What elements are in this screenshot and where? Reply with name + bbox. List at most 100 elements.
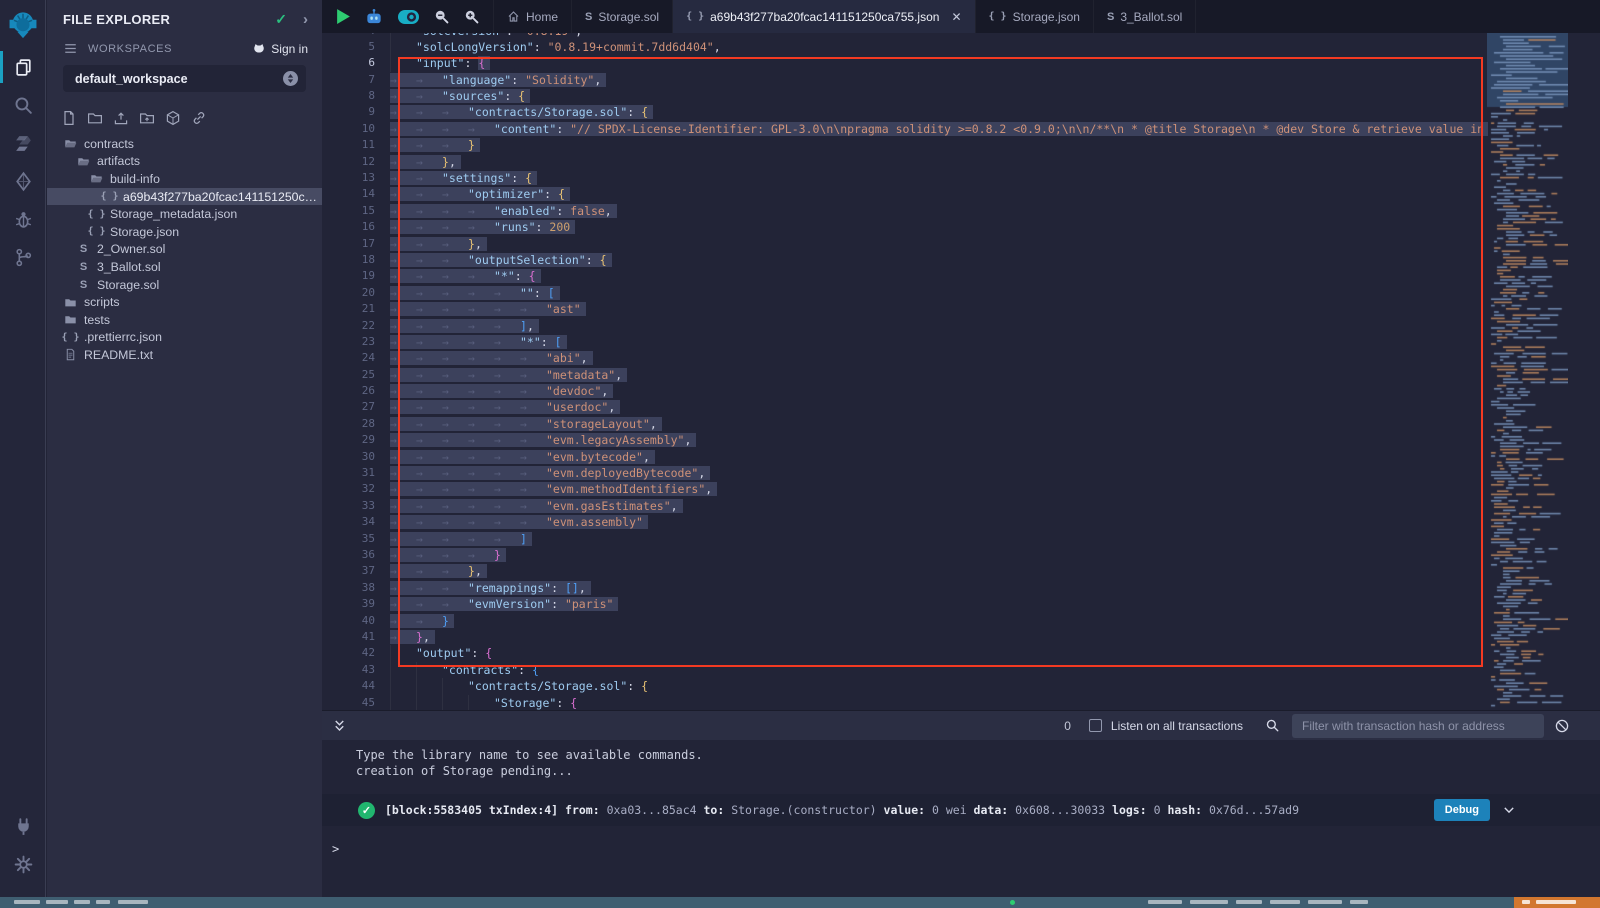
ai-robot-icon[interactable]: [364, 7, 384, 26]
remix-logo-icon[interactable]: [0, 0, 46, 48]
theme-toggle-icon[interactable]: [397, 9, 420, 25]
debug-button[interactable]: Debug: [1434, 799, 1490, 821]
tree-item--prettierrc-json[interactable]: { }.prettierrc.json: [47, 329, 322, 347]
code-line-31[interactable]: →→→→→→"evm.deployedBytecode",: [390, 465, 1488, 481]
tree-item-2-owner-sol[interactable]: S2_Owner.sol: [47, 241, 322, 259]
tab-storage-sol[interactable]: SStorage.sol: [572, 0, 673, 33]
tree-item-artifacts[interactable]: artifacts: [47, 153, 322, 171]
expand-transaction-icon[interactable]: [1502, 803, 1516, 817]
tree-item-tests[interactable]: tests: [47, 311, 322, 329]
clear-terminal-icon[interactable]: [1554, 718, 1570, 734]
code-line-6[interactable]: ·"input": {: [390, 55, 1488, 71]
collapse-terminal-icon[interactable]: [332, 718, 347, 733]
tree-item-a69b43f277ba20fcac141151250ca7-[interactable]: { }a69b43f277ba20fcac141151250ca7...: [47, 188, 322, 206]
status-alert-segment[interactable]: [1514, 897, 1600, 908]
file-explorer-icon[interactable]: [0, 48, 46, 86]
chevron-right-icon[interactable]: ›: [303, 11, 308, 28]
code-line-41[interactable]: →},: [390, 629, 1488, 645]
code-line-28[interactable]: →→→→→→"storageLayout",: [390, 416, 1488, 432]
code-line-7[interactable]: →→"language": "Solidity",: [390, 72, 1488, 88]
code-line-43[interactable]: ··"contracts": {: [390, 662, 1488, 678]
code-line-20[interactable]: →→→→→"": [: [390, 285, 1488, 301]
tree-item-readme-txt[interactable]: README.txt: [47, 346, 322, 364]
code-line-25[interactable]: →→→→→→"metadata",: [390, 367, 1488, 383]
code-line-44[interactable]: ···"contracts/Storage.sol": {: [390, 678, 1488, 694]
tree-item-contracts[interactable]: contracts: [47, 135, 322, 153]
code-line-42[interactable]: ·"output": {: [390, 645, 1488, 661]
minimap[interactable]: [1487, 33, 1568, 710]
code-line-13[interactable]: →→"settings": {: [390, 170, 1488, 186]
code-line-37[interactable]: →→→},: [390, 563, 1488, 579]
debugger-icon[interactable]: [0, 200, 46, 238]
code-line-34[interactable]: →→→→→→"evm.assembly": [390, 514, 1488, 530]
deploy-run-icon[interactable]: [0, 162, 46, 200]
code-line-14[interactable]: →→→"optimizer": {: [390, 186, 1488, 202]
code-area[interactable]: ·"solcVersion": "0.8.19",·"solcLongVersi…: [390, 33, 1488, 710]
close-tab-icon[interactable]: ✕: [951, 10, 961, 24]
listen-all-checkbox[interactable]: [1089, 719, 1102, 732]
run-script-icon[interactable]: [336, 8, 351, 25]
code-line-33[interactable]: →→→→→→"evm.gasEstimates",: [390, 498, 1488, 514]
new-file-icon[interactable]: [61, 110, 77, 126]
code-line-24[interactable]: →→→→→→"abi",: [390, 350, 1488, 366]
upload-file-icon[interactable]: [113, 110, 129, 126]
git-branch-icon[interactable]: [0, 238, 46, 276]
hamburger-icon[interactable]: [63, 41, 78, 56]
token: ,: [594, 73, 601, 87]
code-line-19[interactable]: →→→→"*": {: [390, 268, 1488, 284]
code-line-16[interactable]: →→→→"runs": 200: [390, 219, 1488, 235]
sign-in-button[interactable]: Sign in: [252, 42, 308, 56]
code-line-8[interactable]: →→"sources": {: [390, 88, 1488, 104]
settings-icon[interactable]: [0, 845, 46, 883]
code-line-5[interactable]: ·"solcLongVersion": "0.8.19+commit.7dd6d…: [390, 39, 1488, 55]
code-line-35[interactable]: →→→→→]: [390, 531, 1488, 547]
solidity-compiler-icon[interactable]: [0, 124, 46, 162]
tab-storage-json[interactable]: { }Storage.json: [976, 0, 1094, 33]
link-icon[interactable]: [191, 110, 207, 126]
code-line-39[interactable]: →→→"evmVersion": "paris": [390, 596, 1488, 612]
tree-item-3-ballot-sol[interactable]: S3_Ballot.sol: [47, 258, 322, 276]
tab-a69b43f277ba20fcac141151250ca755-json[interactable]: { }a69b43f277ba20fcac141151250ca755.json…: [673, 0, 975, 33]
terminal-prompt[interactable]: >: [322, 842, 1600, 856]
code-line-27[interactable]: →→→→→→"userdoc",: [390, 399, 1488, 415]
code-line-36[interactable]: →→→→}: [390, 547, 1488, 563]
code-line-40[interactable]: →→}: [390, 613, 1488, 629]
code-line-15[interactable]: →→→→"enabled": false,: [390, 203, 1488, 219]
plugin-manager-icon[interactable]: [0, 807, 46, 845]
code-line-26[interactable]: →→→→→→"devdoc",: [390, 383, 1488, 399]
code-line-22[interactable]: →→→→→],: [390, 318, 1488, 334]
new-folder-icon[interactable]: [87, 110, 103, 126]
code-line-23[interactable]: →→→→→"*": [: [390, 334, 1488, 350]
code-line-10[interactable]: →→→→"content": "// SPDX-License-Identifi…: [390, 121, 1488, 137]
tab-3-ballot-sol[interactable]: S3_Ballot.sol: [1094, 0, 1196, 33]
cube-icon[interactable]: [165, 110, 181, 126]
code-line-45[interactable]: ····"Storage": {: [390, 695, 1488, 710]
tree-item-scripts[interactable]: scripts: [47, 293, 322, 311]
code-line-11[interactable]: →→→}: [390, 137, 1488, 153]
transaction-filter-input[interactable]: [1292, 714, 1544, 738]
code-line-38[interactable]: →→→"remappings": [],: [390, 580, 1488, 596]
code-line-30[interactable]: →→→→→→"evm.bytecode",: [390, 449, 1488, 465]
search-icon[interactable]: [1265, 718, 1280, 733]
upload-folder-icon[interactable]: [139, 110, 155, 126]
code-editor[interactable]: 4567891011121314151617181920212223242526…: [322, 33, 1600, 710]
tree-item-storage-metadata-json[interactable]: { }Storage_metadata.json: [47, 205, 322, 223]
code-line-21[interactable]: →→→→→→"ast": [390, 301, 1488, 317]
tree-item-build-info[interactable]: build-info: [47, 170, 322, 188]
code-line-17[interactable]: →→→},: [390, 236, 1488, 252]
tab-home[interactable]: Home: [493, 0, 572, 33]
workspace-dropdown[interactable]: default_workspace: [63, 65, 306, 92]
tree-item-storage-json[interactable]: { }Storage.json: [47, 223, 322, 241]
code-line-18[interactable]: →→→"outputSelection": {: [390, 252, 1488, 268]
zoom-out-icon[interactable]: [433, 8, 450, 25]
tx-part: value:: [884, 803, 926, 817]
search-icon[interactable]: [0, 86, 46, 124]
code-line-32[interactable]: →→→→→→"evm.methodIdentifiers",: [390, 481, 1488, 497]
code-line-12[interactable]: →→},: [390, 154, 1488, 170]
zoom-in-icon[interactable]: [463, 8, 480, 25]
tree-item-storage-sol[interactable]: SStorage.sol: [47, 276, 322, 294]
code-line-29[interactable]: →→→→→→"evm.legacyAssembly",: [390, 432, 1488, 448]
transaction-log-row[interactable]: ✓ [block:5583405 txIndex:4] from: 0xa03.…: [322, 794, 1600, 826]
tree-item-label: Storage_metadata.json: [110, 207, 237, 221]
code-line-9[interactable]: →→→"contracts/Storage.sol": {: [390, 104, 1488, 120]
